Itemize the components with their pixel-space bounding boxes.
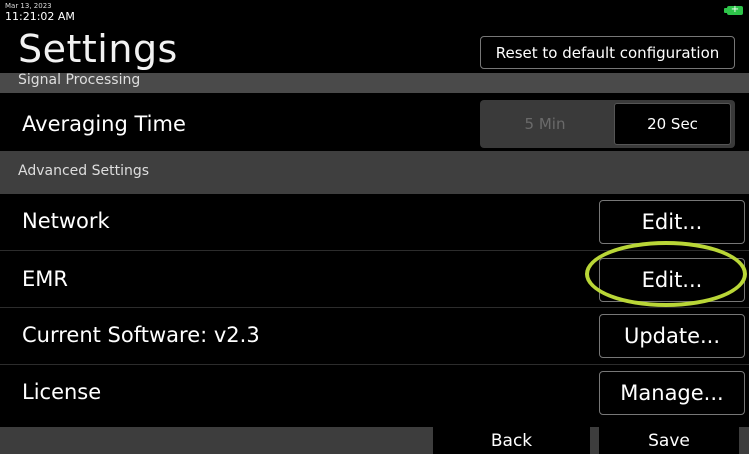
section-label-signal-processing: Signal Processing	[18, 72, 141, 88]
status-date: Mar 13, 2023	[5, 2, 52, 10]
averaging-option-20sec[interactable]: 20 Sec	[614, 103, 731, 145]
status-datetime: Mar 13, 2023 11:21:02 AM	[5, 2, 75, 23]
row-divider	[0, 364, 749, 365]
network-label: Network	[22, 209, 110, 233]
software-update-button[interactable]: Update...	[599, 314, 745, 358]
back-button[interactable]: Back	[433, 427, 590, 454]
license-label: License	[22, 380, 102, 404]
reset-default-button[interactable]: Reset to default configuration	[480, 36, 735, 69]
battery-charging-icon: +	[724, 4, 743, 15]
averaging-option-5min[interactable]: 5 Min	[484, 104, 606, 144]
network-edit-button[interactable]: Edit...	[599, 200, 745, 244]
save-button[interactable]: Save	[599, 427, 739, 454]
page-title: Settings	[18, 27, 178, 71]
status-time: 11:21:02 AM	[5, 10, 75, 23]
license-manage-button[interactable]: Manage...	[599, 371, 745, 415]
averaging-time-label: Averaging Time	[22, 112, 186, 136]
row-divider	[0, 307, 749, 308]
highlight-circle	[585, 241, 747, 307]
section-label-advanced-settings: Advanced Settings	[18, 163, 150, 179]
emr-label: EMR	[22, 267, 68, 291]
software-version-label: Current Software: v2.3	[22, 323, 260, 347]
